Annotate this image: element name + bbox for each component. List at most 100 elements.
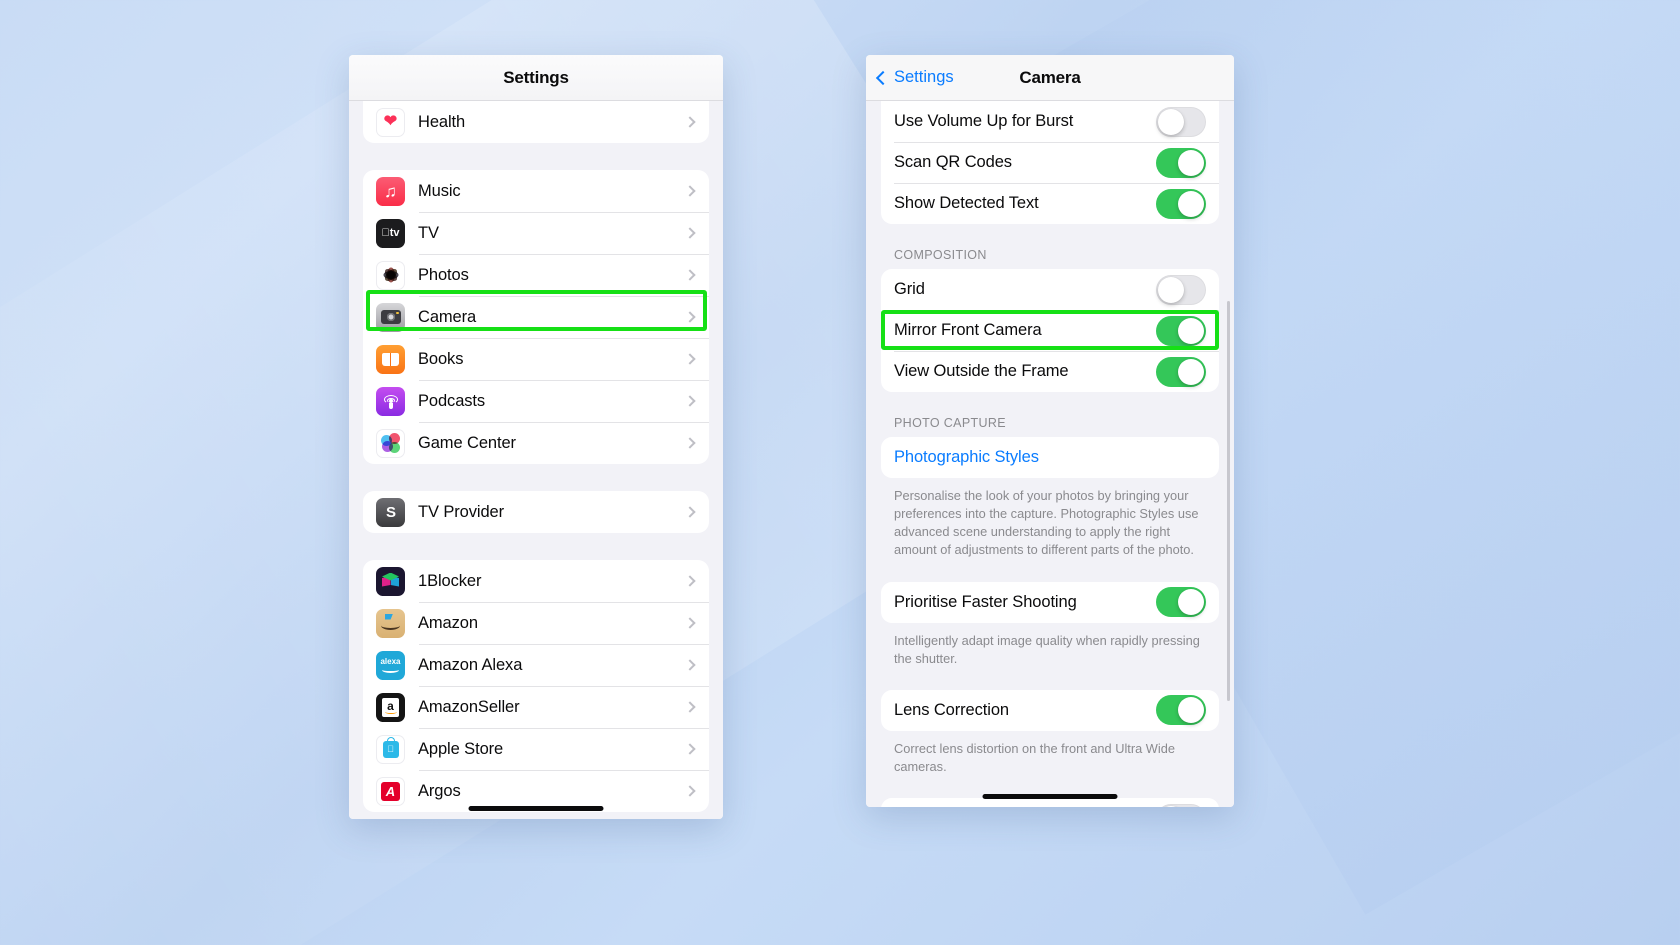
sidebar-item-tv-provider[interactable]: S TV Provider: [363, 491, 709, 533]
back-button[interactable]: Settings: [875, 68, 954, 87]
chevron-right-icon: [684, 116, 696, 128]
setting-label: View Outside the Frame: [894, 362, 1069, 380]
list-item-label: Camera: [418, 307, 477, 326]
list-item-label: 1Blocker: [418, 571, 482, 590]
sidebar-item-podcasts[interactable]: Podcasts: [363, 380, 709, 422]
sidebar-item-amazon-alexa[interactable]: alexa Amazon Alexa: [363, 644, 709, 686]
list-item-label: Apple Store: [418, 739, 504, 758]
footnote-faster-shooting: Intelligently adapt image quality when r…: [894, 632, 1200, 666]
chevron-left-icon: [875, 70, 891, 85]
sidebar-item-photos[interactable]: Photos: [363, 254, 709, 296]
back-button-label: Settings: [894, 68, 954, 86]
sidebar-item-camera[interactable]: Camera: [363, 296, 709, 338]
setting-label: Use Volume Up for Burst: [894, 112, 1074, 130]
setting-row-show-detected-text[interactable]: Show Detected Text: [881, 183, 1219, 224]
sidebar-item-tv[interactable]: tv TV: [363, 212, 709, 254]
sidebar-item-music[interactable]: ♫ Music: [363, 170, 709, 212]
toggle-grid[interactable]: [1156, 274, 1206, 305]
alexa-icon: alexa: [376, 650, 405, 680]
setting-label: Scan QR Codes: [894, 153, 1012, 171]
apple-store-icon: : [376, 734, 405, 764]
setting-label: Show Detected Text: [894, 194, 1039, 212]
tv-icon: tv: [376, 218, 405, 248]
toggle-mirror-front-camera[interactable]: [1156, 315, 1206, 346]
toggle-show-detected-text[interactable]: [1156, 188, 1206, 219]
page-title: Camera: [1019, 67, 1081, 87]
section-header-composition: COMPOSITION: [894, 248, 987, 262]
setting-label: Grid: [894, 280, 925, 298]
toggle-macro-control[interactable]: [1156, 803, 1206, 807]
podcasts-icon: [376, 386, 405, 416]
photos-icon: [376, 260, 405, 290]
1blocker-icon: [376, 566, 405, 596]
toggle-prioritise-faster-shooting[interactable]: [1156, 587, 1206, 618]
list-item-label: Amazon Alexa: [418, 655, 523, 674]
books-icon: [376, 344, 405, 374]
music-icon: ♫: [376, 176, 405, 206]
toggle-use-volume-up-for-burst[interactable]: [1156, 106, 1206, 137]
footnote-photographic-styles: Personalise the look of your photos by b…: [894, 488, 1199, 558]
chevron-right-icon: [684, 353, 696, 365]
setting-row-scan-qr-codes[interactable]: Scan QR Codes: [881, 142, 1219, 183]
settings-scroll-area[interactable]: ❤ Health ♫ Music tv TV: [349, 101, 723, 819]
settings-section-composition: Grid Mirror Front Camera View Outside th…: [881, 269, 1219, 392]
page-title: Settings: [503, 67, 569, 87]
list-item-label: Podcasts: [418, 391, 486, 410]
chevron-right-icon: [684, 395, 696, 407]
section-header-wrap-composition: COMPOSITION: [866, 224, 1234, 269]
setting-row-prioritise-faster-shooting[interactable]: Prioritise Faster Shooting: [881, 582, 1219, 623]
sidebar-item-game-center[interactable]: Game Center: [363, 422, 709, 464]
setting-row-photographic-styles[interactable]: Photographic Styles: [881, 437, 1219, 478]
section-header-wrap-photo-capture: PHOTO CAPTURE: [866, 392, 1234, 437]
chevron-right-icon: [684, 701, 696, 713]
list-item-label: Amazon: [418, 613, 478, 632]
list-item-label: TV: [418, 223, 439, 242]
toggle-scan-qr-codes[interactable]: [1156, 147, 1206, 178]
tv-provider-icon: S: [376, 497, 405, 527]
settings-section-photo-capture: Photographic Styles: [881, 437, 1219, 478]
settings-group-health: ❤ Health: [363, 101, 709, 143]
setting-row-grid[interactable]: Grid: [881, 269, 1219, 310]
argos-icon: A: [376, 776, 405, 806]
list-item-label: Health: [418, 112, 466, 131]
scrollbar[interactable]: [1227, 301, 1230, 701]
chevron-right-icon: [684, 437, 696, 449]
camera-settings-scroll-area[interactable]: Use Volume Up for Burst Scan QR Codes Sh…: [866, 101, 1234, 807]
toggle-view-outside-the-frame[interactable]: [1156, 356, 1206, 387]
list-item-label: Argos: [418, 781, 461, 800]
sidebar-item-health[interactable]: ❤ Health: [363, 101, 709, 143]
home-indicator: [468, 806, 604, 811]
list-item-label: Photos: [418, 265, 469, 284]
sidebar-item-books[interactable]: Books: [363, 338, 709, 380]
settings-section-top-partial: Use Volume Up for Burst Scan QR Codes Sh…: [881, 101, 1219, 224]
chevron-right-icon: [684, 743, 696, 755]
camera-settings-screen: Settings Camera Use Volume Up for Burst …: [866, 55, 1234, 807]
camera-navbar: Settings Camera: [866, 55, 1234, 101]
settings-section-faster-shooting: Prioritise Faster Shooting: [881, 581, 1219, 623]
sidebar-item-apple-store[interactable]:  Apple Store: [363, 728, 709, 770]
setting-row-macro-control[interactable]: Macro Control: [881, 798, 1219, 807]
list-item-label: Books: [418, 349, 464, 368]
chevron-right-icon: [684, 575, 696, 587]
setting-row-lens-correction[interactable]: Lens Correction: [881, 690, 1219, 731]
setting-row-view-outside-the-frame[interactable]: View Outside the Frame: [881, 351, 1219, 392]
settings-list-screen: Settings ❤ Health ♫ Music tv TV: [349, 55, 723, 819]
sidebar-item-1blocker[interactable]: 1Blocker: [363, 560, 709, 602]
setting-row-use-volume-up-for-burst[interactable]: Use Volume Up for Burst: [881, 101, 1219, 142]
list-item-label: Music: [418, 181, 461, 200]
chevron-right-icon: [684, 785, 696, 797]
settings-section-macro-control: Macro Control: [881, 798, 1219, 807]
sidebar-item-amazon[interactable]: Amazon: [363, 602, 709, 644]
chevron-right-icon: [684, 185, 696, 197]
photographic-styles-link[interactable]: Photographic Styles: [894, 448, 1206, 467]
chevron-right-icon: [684, 617, 696, 629]
chevron-right-icon: [684, 227, 696, 239]
game-center-icon: [376, 428, 405, 458]
sidebar-item-amazon-seller[interactable]: a AmazonSeller: [363, 686, 709, 728]
toggle-lens-correction[interactable]: [1156, 695, 1206, 726]
amazon-seller-icon: a: [376, 692, 405, 722]
health-icon: ❤: [376, 107, 405, 137]
settings-group-apple-apps: ♫ Music tv TV: [363, 170, 709, 464]
setting-label: Mirror Front Camera: [894, 321, 1042, 339]
setting-row-mirror-front-camera[interactable]: Mirror Front Camera: [881, 310, 1219, 351]
